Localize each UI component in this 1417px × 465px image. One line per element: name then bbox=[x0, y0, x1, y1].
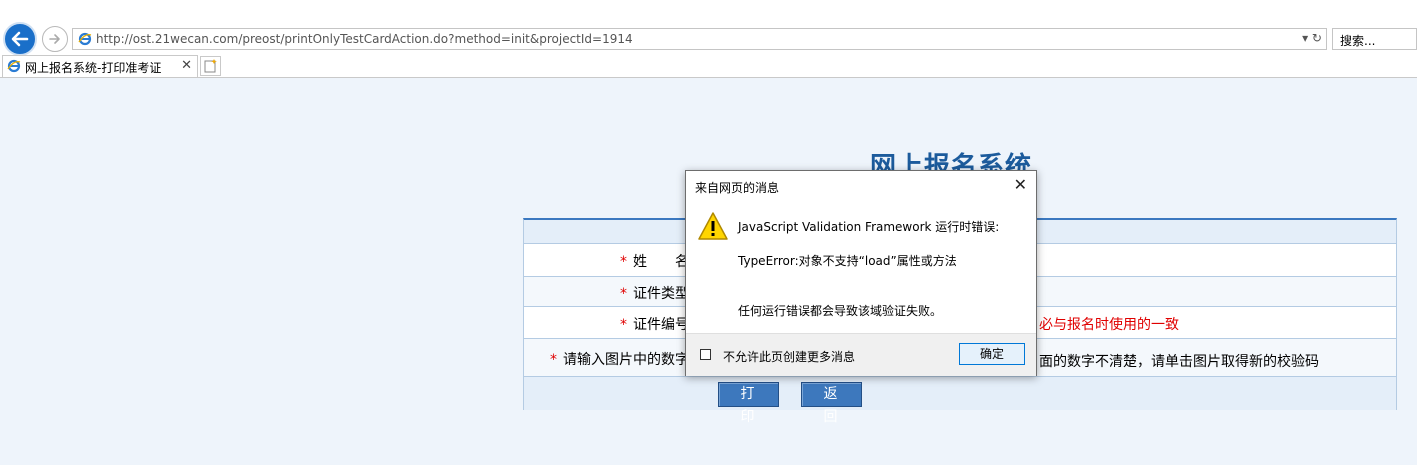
ie-icon bbox=[78, 32, 92, 46]
name-label-text: 姓 名 bbox=[633, 254, 689, 270]
captcha-label: * 请输入图片中的数字 bbox=[550, 349, 689, 369]
forward-button[interactable] bbox=[42, 26, 68, 52]
browser-chrome: http://ost.21wecan.com/preost/printOnlyT… bbox=[0, 0, 1417, 78]
tab-divider bbox=[0, 77, 1417, 78]
id-type-label-text: 证件类型 bbox=[633, 286, 689, 302]
id-number-label: * 证件编号 bbox=[620, 314, 689, 334]
forward-arrow-icon bbox=[49, 34, 60, 44]
refresh-icon[interactable]: ▾ ↻ bbox=[1302, 31, 1322, 45]
id-number-note: 必与报名时使用的一致 bbox=[1039, 317, 1179, 333]
search-placeholder: 搜索... bbox=[1340, 34, 1376, 48]
tab-active[interactable]: 网上报名系统-打印准考证 ✕ bbox=[2, 55, 198, 77]
dialog-message-line2: TypeError:对象不支持“load”属性或方法 bbox=[738, 254, 957, 268]
table-row-actions bbox=[524, 377, 1396, 410]
alert-dialog: 来自网页的消息 ✕ JavaScript Validation Framewor… bbox=[685, 170, 1037, 376]
required-marker: * bbox=[620, 254, 627, 270]
back-arrow-icon bbox=[11, 31, 29, 47]
suppress-messages-label[interactable]: 不允许此页创建更多消息 bbox=[723, 348, 855, 365]
print-button[interactable]: 打 印 bbox=[718, 382, 779, 425]
url-text: http://ost.21wecan.com/preost/printOnlyT… bbox=[96, 32, 633, 46]
suppress-messages-checkbox[interactable] bbox=[700, 349, 711, 360]
ie-tab-icon bbox=[7, 59, 21, 73]
address-bar[interactable]: http://ost.21wecan.com/preost/printOnlyT… bbox=[72, 28, 1327, 50]
back-button[interactable] bbox=[3, 22, 37, 56]
required-marker: * bbox=[620, 317, 627, 333]
dialog-message-line3: 任何运行错误都会导致该域验证失败。 bbox=[738, 304, 943, 318]
dialog-message-line1: JavaScript Validation Framework 运行时错误: bbox=[738, 220, 1000, 234]
ok-button[interactable]: 确定 bbox=[959, 343, 1025, 365]
new-tab-button[interactable] bbox=[200, 56, 221, 76]
dialog-close-icon[interactable]: ✕ bbox=[1014, 175, 1027, 194]
new-tab-icon bbox=[204, 59, 217, 73]
required-marker: * bbox=[550, 352, 557, 368]
warning-icon bbox=[698, 212, 728, 240]
name-label: * 姓 名 bbox=[620, 251, 689, 271]
search-input[interactable]: 搜索... bbox=[1332, 28, 1417, 50]
tab-close-icon[interactable]: ✕ bbox=[181, 58, 192, 73]
captcha-label-text: 请输入图片中的数字 bbox=[563, 352, 689, 368]
tab-title: 网上报名系统-打印准考证 bbox=[25, 61, 162, 75]
captcha-note: 面的数字不清楚，请单击图片取得新的校验码 bbox=[1039, 354, 1319, 370]
back-page-button[interactable]: 返 回 bbox=[801, 382, 862, 425]
required-marker: * bbox=[620, 286, 627, 302]
dialog-title: 来自网页的消息 bbox=[695, 181, 780, 195]
id-type-label: * 证件类型 bbox=[620, 283, 689, 303]
id-number-label-text: 证件编号 bbox=[633, 317, 689, 333]
